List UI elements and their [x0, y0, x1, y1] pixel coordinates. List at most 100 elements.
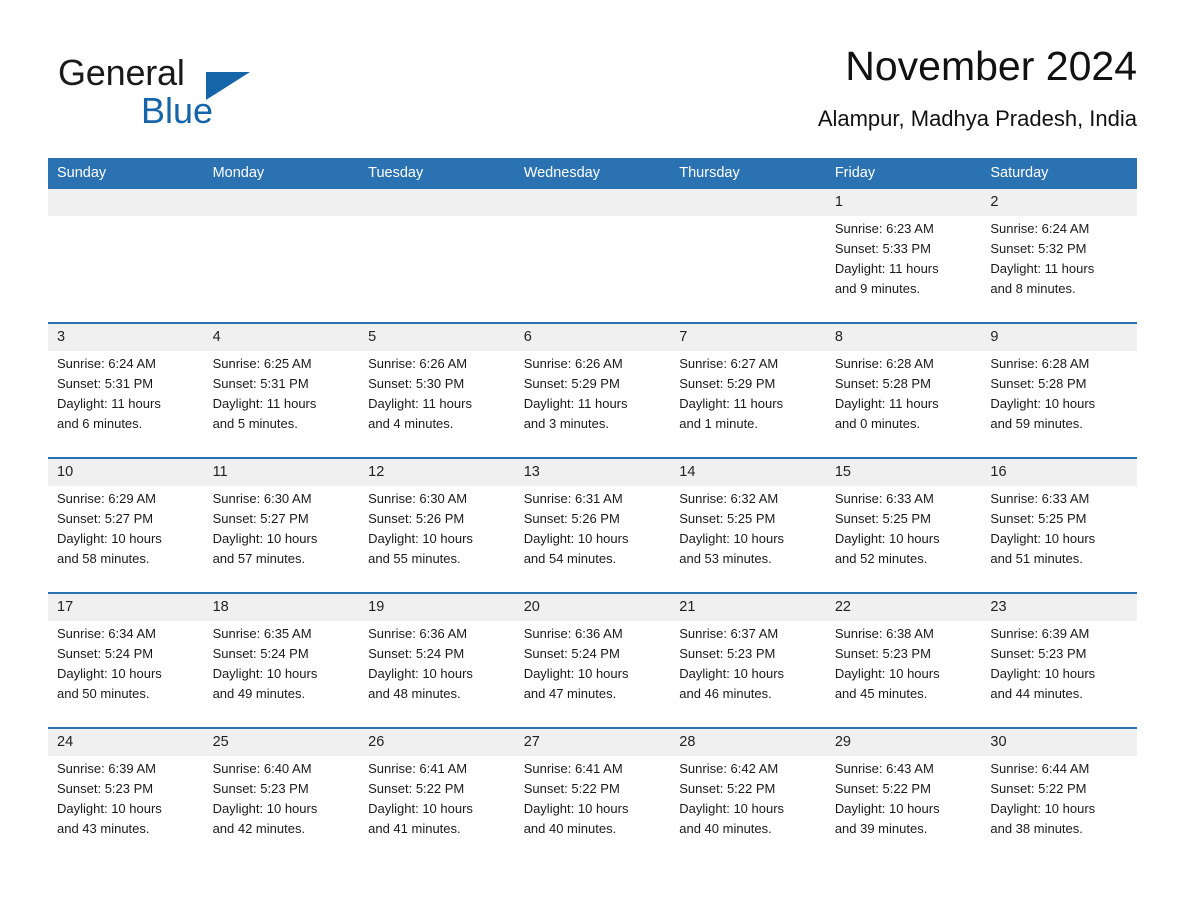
daylight-text: Daylight: 10 hours — [679, 666, 785, 681]
calendar-day-cell[interactable]: 11 Sunrise: 6:30 AM Sunset: 5:27 PM Dayligh… — [203, 458, 360, 594]
day-details: Sunrise: 6:25 AM Sunset: 5:31 PM Daylight:… — [204, 351, 360, 434]
day-details: Sunrise: 6:33 AM Sunset: 5:25 PM Daylight:… — [981, 486, 1137, 569]
daylight-text: Daylight: 10 hours — [523, 666, 629, 681]
daylight-text: Daylight: 10 hours — [57, 531, 162, 546]
calendar-day-cell[interactable]: 20 Sunrise: 6:36 AM Sunset: 5:24 PM Dayligh… — [514, 593, 671, 729]
calendar-day-cell[interactable]: 15 Sunrise: 6:33 AM Sunset: 5:25 PM Dayligh… — [825, 458, 982, 594]
daylight-text: and 46 minutes. — [679, 686, 772, 701]
day-number: 20 — [514, 594, 671, 621]
sunrise-text: Sunrise: 6:34 AM — [57, 626, 156, 641]
daylight-text: and 42 minutes. — [212, 821, 306, 836]
day-details: Sunrise: 6:24 AM Sunset: 5:31 PM Daylight:… — [48, 351, 204, 434]
sunrise-text: Sunrise: 6:35 AM — [212, 626, 312, 641]
daylight-text: Daylight: 10 hours — [990, 666, 1096, 681]
calendar-day-cell[interactable]: 4 Sunrise: 6:25 AM Sunset: 5:31 PM Daylight… — [203, 323, 360, 459]
day-details: Sunrise: 6:26 AM Sunset: 5:30 PM Daylight:… — [359, 351, 515, 434]
daylight-text: and 59 minutes. — [990, 416, 1083, 431]
sunset-text: Sunset: 5:31 PM — [57, 376, 154, 391]
day-details: Sunrise: 6:34 AM Sunset: 5:24 PM Daylight:… — [48, 621, 204, 704]
calendar-day-cell[interactable]: 5 Sunrise: 6:26 AM Sunset: 5:30 PM Daylight… — [359, 323, 515, 459]
sunset-text: Sunset: 5:23 PM — [212, 781, 309, 796]
sunrise-text: Sunrise: 6:41 AM — [368, 761, 468, 776]
day-number: 5 — [359, 324, 515, 351]
calendar-day-cell[interactable]: 1 Sunrise: 6:23 AM Sunset: 5:33 PM Daylight… — [825, 189, 982, 324]
calendar-day-cell[interactable]: 29 Sunrise: 6:43 AM Sunset: 5:22 PM Dayligh… — [825, 728, 982, 862]
sunset-text: Sunset: 5:28 PM — [834, 376, 931, 391]
calendar-day-cell[interactable]: 6 Sunrise: 6:26 AM Sunset: 5:29 PM Daylight… — [514, 323, 671, 459]
calendar-day-cell[interactable]: 28 Sunrise: 6:42 AM Sunset: 5:22 PM Dayligh… — [670, 728, 826, 862]
sunset-text: Sunset: 5:33 PM — [834, 241, 931, 256]
day-details: Sunrise: 6:35 AM Sunset: 5:24 PM Daylight:… — [204, 621, 360, 704]
logo-text-general: General — [58, 52, 185, 93]
day-details: Sunrise: 6:42 AM Sunset: 5:22 PM Daylight:… — [670, 756, 826, 839]
daylight-text: Daylight: 10 hours — [834, 666, 940, 681]
sunset-text: Sunset: 5:24 PM — [212, 646, 309, 661]
day-details: Sunrise: 6:36 AM Sunset: 5:24 PM Daylight:… — [359, 621, 515, 704]
calendar-day-cell[interactable]: 2 Sunrise: 6:24 AM Sunset: 5:32 PM Daylight… — [981, 189, 1137, 324]
day-number — [670, 189, 826, 216]
day-number: 2 — [981, 189, 1137, 216]
calendar-day-cell[interactable]: 9 Sunrise: 6:28 AM Sunset: 5:28 PM Daylight… — [981, 323, 1137, 459]
daylight-text: Daylight: 11 hours — [212, 396, 317, 411]
daylight-text: and 39 minutes. — [834, 821, 928, 836]
calendar-day-cell[interactable]: 24 Sunrise: 6:39 AM Sunset: 5:23 PM Dayligh… — [48, 728, 204, 862]
calendar-day-cell[interactable]: 13 Sunrise: 6:31 AM Sunset: 5:26 PM Dayligh… — [514, 458, 671, 594]
daylight-text: and 41 minutes. — [368, 821, 461, 836]
day-number: 21 — [670, 594, 826, 621]
calendar-day-cell-empty — [514, 189, 671, 324]
daylight-text: and 0 minutes. — [834, 416, 921, 431]
sunset-text: Sunset: 5:24 PM — [523, 646, 620, 661]
calendar-day-cell[interactable]: 26 Sunrise: 6:41 AM Sunset: 5:22 PM Dayligh… — [359, 728, 515, 862]
sunset-text: Sunset: 5:30 PM — [368, 376, 465, 391]
calendar-day-cell[interactable]: 17 Sunrise: 6:34 AM Sunset: 5:24 PM Dayligh… — [48, 593, 204, 729]
daylight-text: and 55 minutes. — [368, 551, 461, 566]
calendar-day-cell[interactable]: 10 Sunrise: 6:29 AM Sunset: 5:27 PM Dayligh… — [48, 458, 204, 594]
calendar-day-cell[interactable]: 12 Sunrise: 6:30 AM Sunset: 5:26 PM Dayligh… — [359, 458, 515, 594]
sunset-text: Sunset: 5:22 PM — [679, 781, 776, 796]
calendar-day-cell[interactable]: 21 Sunrise: 6:37 AM Sunset: 5:23 PM Dayligh… — [670, 593, 826, 729]
calendar-day-cell-empty — [48, 189, 204, 324]
calendar-day-cell[interactable]: 18 Sunrise: 6:35 AM Sunset: 5:24 PM Dayligh… — [203, 593, 360, 729]
day-number: 26 — [359, 729, 515, 756]
day-number: 24 — [48, 729, 204, 756]
sunrise-text: Sunrise: 6:28 AM — [834, 356, 934, 371]
daylight-text: Daylight: 11 hours — [990, 261, 1095, 276]
sunrise-text: Sunrise: 6:31 AM — [523, 491, 623, 506]
daylight-text: and 40 minutes. — [679, 821, 772, 836]
day-number: 14 — [670, 459, 826, 486]
sunset-text: Sunset: 5:25 PM — [834, 511, 931, 526]
day-number: 25 — [203, 729, 360, 756]
daylight-text: Daylight: 11 hours — [57, 396, 161, 411]
calendar-day-cell[interactable]: 8 Sunrise: 6:28 AM Sunset: 5:28 PM Daylight… — [825, 323, 982, 459]
calendar-day-cell[interactable]: 22 Sunrise: 6:38 AM Sunset: 5:23 PM Dayligh… — [825, 593, 982, 729]
weekday-header-monday: Monday — [203, 158, 360, 189]
day-number: 8 — [825, 324, 982, 351]
day-details: Sunrise: 6:28 AM Sunset: 5:28 PM Daylight:… — [981, 351, 1137, 434]
calendar-day-cell[interactable]: 14 Sunrise: 6:32 AM Sunset: 5:25 PM Dayligh… — [670, 458, 826, 594]
daylight-text: and 53 minutes. — [679, 551, 772, 566]
day-details — [359, 216, 515, 219]
daylight-text: Daylight: 11 hours — [679, 396, 784, 411]
calendar-day-cell[interactable]: 23 Sunrise: 6:39 AM Sunset: 5:23 PM Dayligh… — [981, 593, 1137, 729]
calendar-day-cell[interactable]: 27 Sunrise: 6:41 AM Sunset: 5:22 PM Dayligh… — [514, 728, 671, 862]
calendar-day-cell[interactable]: 16 Sunrise: 6:33 AM Sunset: 5:25 PM Dayligh… — [981, 458, 1137, 594]
daylight-text: and 52 minutes. — [834, 551, 928, 566]
daylight-text: Daylight: 10 hours — [990, 396, 1096, 411]
calendar-day-cell[interactable]: 25 Sunrise: 6:40 AM Sunset: 5:23 PM Dayligh… — [203, 728, 360, 862]
calendar-day-cell[interactable]: 19 Sunrise: 6:36 AM Sunset: 5:24 PM Dayligh… — [359, 593, 515, 729]
calendar-day-cell[interactable]: 3 Sunrise: 6:24 AM Sunset: 5:31 PM Daylight… — [48, 323, 204, 459]
calendar-day-cell[interactable]: 30 Sunrise: 6:44 AM Sunset: 5:22 PM Dayligh… — [981, 728, 1137, 862]
sunset-text: Sunset: 5:23 PM — [57, 781, 154, 796]
day-number: 15 — [825, 459, 982, 486]
sunset-text: Sunset: 5:22 PM — [523, 781, 620, 796]
day-details: Sunrise: 6:37 AM Sunset: 5:23 PM Daylight:… — [670, 621, 826, 704]
daylight-text: Daylight: 10 hours — [679, 801, 785, 816]
daylight-text: Daylight: 10 hours — [368, 801, 473, 816]
weekday-header-tuesday: Tuesday — [359, 158, 515, 189]
calendar-day-cell[interactable]: 7 Sunrise: 6:27 AM Sunset: 5:29 PM Daylight… — [670, 323, 826, 459]
sunrise-text: Sunrise: 6:39 AM — [990, 626, 1090, 641]
daylight-text: and 47 minutes. — [523, 686, 617, 701]
day-number — [359, 189, 515, 216]
sunrise-text: Sunrise: 6:23 AM — [834, 221, 934, 236]
day-number: 4 — [203, 324, 360, 351]
